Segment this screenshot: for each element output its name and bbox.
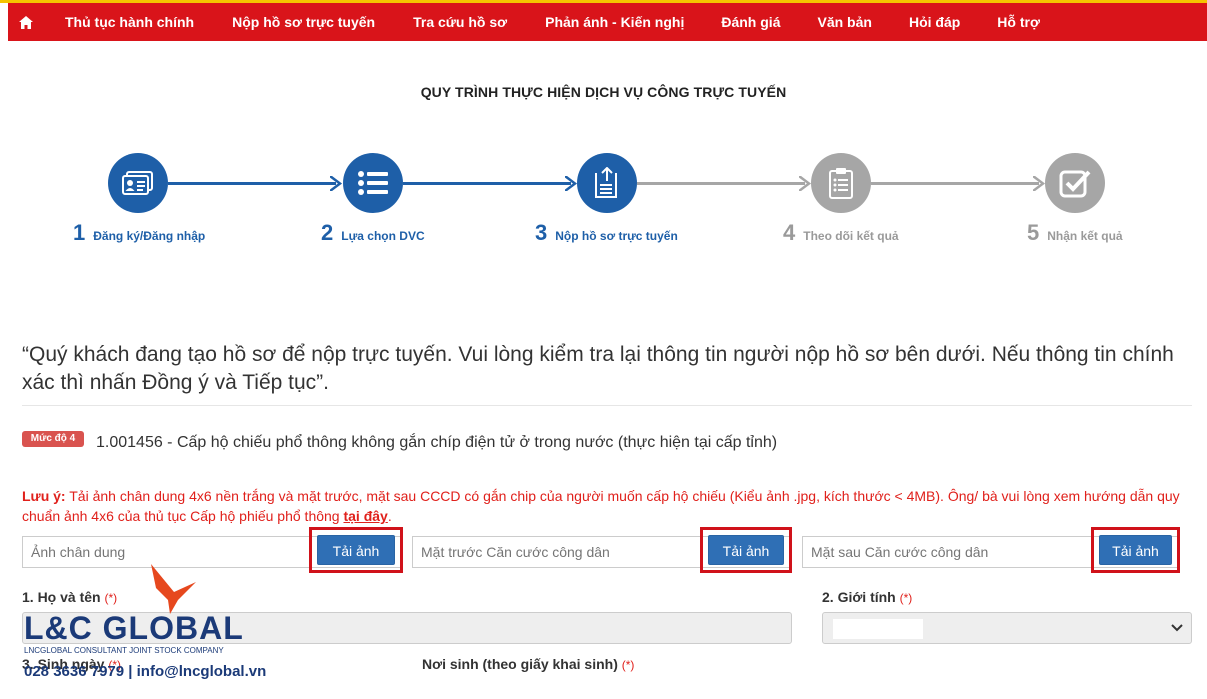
step-1-label: 1 Đăng ký/Đăng nhập (73, 220, 206, 245)
upload-id-front-button[interactable]: Tải ảnh (708, 535, 784, 565)
checkbox-icon (1059, 170, 1091, 198)
id-back-upload: Tải ảnh (802, 527, 1182, 573)
clipboard-icon (829, 168, 853, 199)
note-text: Tải ảnh chân dung 4x6 nền trắng và mặt t… (22, 488, 1180, 524)
arrow-right-icon (565, 176, 577, 191)
document-upload-icon (595, 167, 617, 198)
watermark-logo: L&C GLOBAL LNCGLOBAL CONSULTANT JOINT ST… (22, 560, 282, 690)
home-button[interactable] (8, 3, 44, 41)
process-title: QUY TRÌNH THỰC HIỆN DỊCH VỤ CÔNG TRỰC TU… (420, 84, 787, 100)
gender-label: 2. Giới tính (*) (822, 589, 913, 605)
step-1-circle (108, 153, 168, 213)
step-2-circle (343, 153, 403, 213)
step-connector (871, 182, 1039, 185)
step-3-circle (577, 153, 637, 213)
step-5-label: 5 Nhận kết quả (1027, 220, 1123, 245)
process-stepper: 1 Đăng ký/Đăng nhập 2 Lựa chọn DVC 3 Nộp hồ… (0, 150, 1207, 260)
highlight-frame: Tải ảnh (309, 527, 403, 573)
step-connector (403, 182, 571, 185)
upload-portrait-button[interactable]: Tải ảnh (317, 535, 395, 565)
home-icon (19, 15, 33, 29)
nav-item-thu-tuc[interactable]: Thủ tục hành chính (65, 14, 194, 30)
arrow-right-icon (1033, 176, 1045, 191)
nav-item-tra-cuu[interactable]: Tra cứu hồ sơ (413, 14, 507, 30)
main-nav: Thủ tục hành chính Nộp hồ sơ trực tuyến … (8, 3, 1207, 41)
upload-note: Lưu ý: Tải ảnh chân dung 4x6 nền trắng v… (22, 486, 1182, 526)
gender-select[interactable] (822, 612, 1192, 644)
nav-item-ho-tro[interactable]: Hỗ trợ (997, 14, 1040, 30)
guide-link[interactable]: tại đây (343, 508, 387, 524)
highlight-frame: Tải ảnh (700, 527, 792, 573)
step-4-label: 4 Theo dõi kết quả (783, 220, 899, 245)
nav-item-phan-anh[interactable]: Phản ánh - Kiến nghị (545, 14, 684, 30)
step-3-label: 3 Nộp hồ sơ trực tuyến (535, 220, 678, 245)
nav-item-van-ban[interactable]: Văn bản (817, 14, 871, 30)
step-4-circle (811, 153, 871, 213)
upload-id-back-button[interactable]: Tải ảnh (1099, 535, 1172, 565)
chevron-down-icon (1171, 624, 1183, 632)
brand-tagline: LNCGLOBAL CONSULTANT JOINT STOCK COMPANY (24, 646, 224, 655)
arrow-right-icon (799, 176, 811, 191)
nav-item-nop-ho-so[interactable]: Nộp hồ sơ trực tuyến (232, 14, 375, 30)
note-suffix: . (387, 508, 392, 524)
select-value (833, 619, 923, 639)
note-prefix: Lưu ý: (22, 488, 66, 504)
step-2-label: 2 Lựa chọn DVC (321, 220, 425, 245)
procedure-name: 1.001456 - Cấp hộ chiếu phổ thông không … (96, 434, 778, 451)
step-connector (168, 182, 336, 185)
step-5-circle (1045, 153, 1105, 213)
id-card-icon (122, 171, 153, 195)
brand-contact: 028 3636 7979 | info@lncglobal.vn (24, 663, 267, 680)
bird-logo-icon (151, 564, 196, 614)
highlight-frame: Tải ảnh (1091, 527, 1180, 573)
level-badge: Mức độ 4 (22, 431, 84, 447)
birthplace-label: Nơi sinh (theo giấy khai sinh) (*) (422, 656, 635, 672)
nav-item-danh-gia[interactable]: Đánh giá (721, 14, 780, 30)
nav-item-hoi-dap[interactable]: Hỏi đáp (909, 14, 960, 30)
brand-name: L&C GLOBAL (24, 610, 244, 646)
divider (22, 405, 1192, 406)
step-connector (637, 182, 805, 185)
list-icon (358, 171, 388, 195)
id-front-upload: Tải ảnh (412, 527, 792, 573)
notice-text: “Quý khách đang tạo hồ sơ để nộp trực tu… (22, 343, 1174, 394)
arrow-right-icon (330, 176, 342, 191)
